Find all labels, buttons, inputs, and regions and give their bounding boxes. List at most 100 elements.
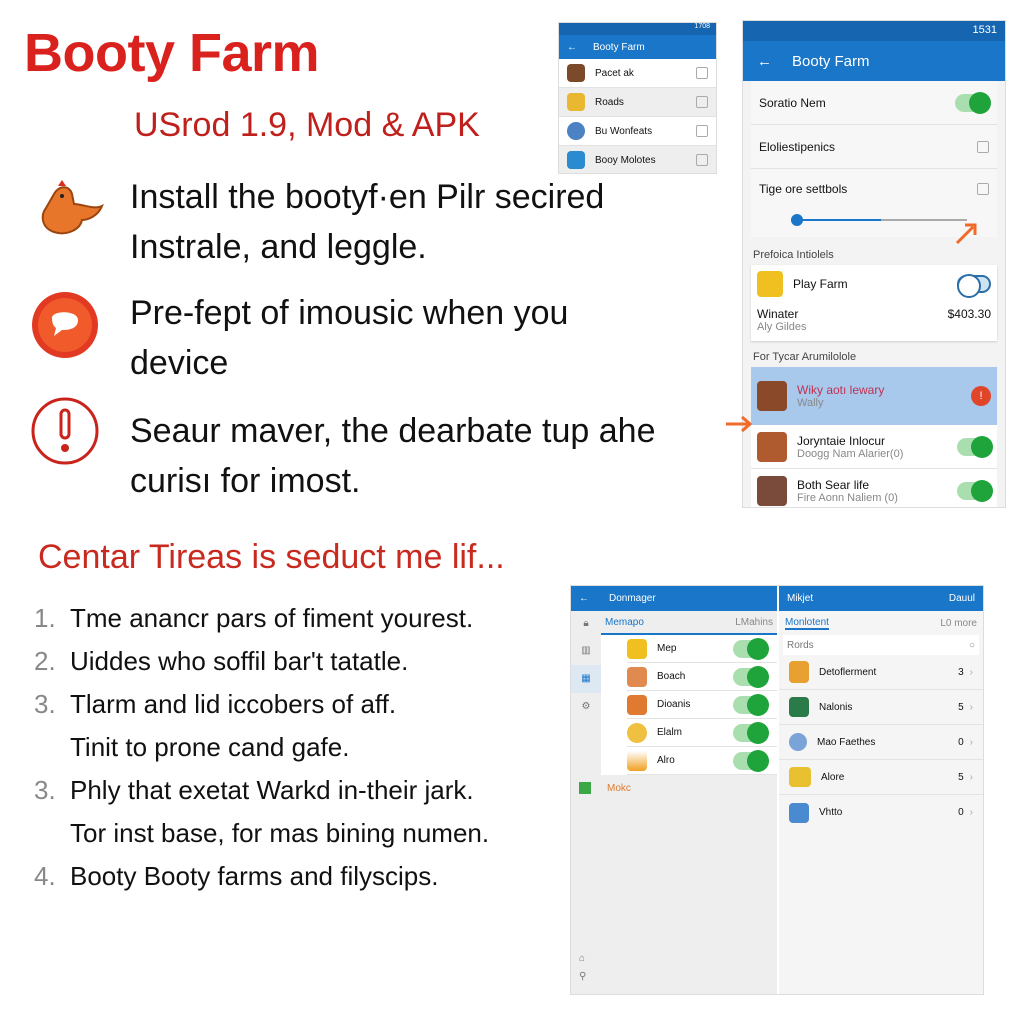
tab-more[interactable]: LMahins (735, 617, 773, 628)
toggle[interactable] (957, 274, 991, 298)
price-row: Winater Aly Gildes $403.30 (757, 307, 991, 333)
folder-icon (579, 782, 591, 794)
list-item[interactable]: Dioanis (627, 691, 777, 719)
status-bar: 1531 (743, 21, 1005, 41)
list-item: 2. Uiddes who soffil bar't tatatle. (34, 646, 409, 676)
back-icon[interactable]: ← (567, 42, 577, 53)
feature-text: Seaur maver, the dearbate tup ahe curisı… (130, 412, 656, 500)
app-icon (757, 271, 783, 297)
toggle[interactable] (733, 749, 769, 772)
chevron-right-icon: › (969, 701, 973, 713)
app-icon (567, 64, 585, 82)
exclamation-icon (31, 397, 99, 465)
app-icon (757, 475, 787, 506)
search-icon[interactable]: ○ (969, 640, 975, 651)
setting-row[interactable]: Tige ore settbols (751, 169, 997, 209)
app-title: Booty Farm (792, 52, 870, 70)
list-item: 3. Phly that exetat Warkd in-their jark. (34, 775, 474, 805)
phone-screen-settings: 1531 ← Booty Farm Soratio Nem Eloliestipe… (742, 20, 1006, 508)
setting-row[interactable]: Eloliestipenics (751, 125, 997, 169)
list-item[interactable]: Boach (627, 663, 777, 691)
app-bar: ← Donmager (571, 586, 777, 611)
checkbox[interactable] (696, 96, 708, 108)
list-item[interactable]: Both Sear life Fire Aonn Naliem (0) (751, 469, 997, 507)
app-bar: Mikjet Dauul (779, 586, 983, 611)
list-item[interactable]: Bu Wonfeats (559, 117, 716, 146)
section-heading: Centar Tireas is seduct me lif... (38, 538, 505, 576)
trash-icon[interactable]: ▥ (571, 637, 601, 665)
back-icon[interactable]: ← (757, 53, 772, 70)
list-item[interactable]: Mao Faethes 0 › (779, 725, 983, 760)
list-item-highlighted[interactable]: Wiky aotı lewary Wally! (751, 367, 997, 425)
list-item[interactable]: Joryntaie Inlocur Doogg Nam Alarier(0) (751, 425, 997, 469)
list-item[interactable]: Pacet ak (559, 59, 716, 88)
app-title: Booty Farm (593, 41, 645, 53)
slider-thumb[interactable] (791, 214, 803, 226)
back-icon[interactable]: ← (579, 593, 589, 604)
home-icon[interactable]: ⌂ ⚲ (579, 950, 586, 986)
app-icon (757, 381, 787, 411)
list-item: Tinit to prone cand gafe. (70, 732, 350, 762)
list-item[interactable]: Elalm (627, 719, 777, 747)
list-item[interactable]: Alore 5 › (779, 760, 983, 795)
checkbox[interactable] (696, 67, 708, 79)
list-item[interactable]: Mep (627, 635, 777, 663)
play-farm-row[interactable]: Play Farm (751, 265, 997, 303)
grid-icon[interactable]: ▦ (571, 665, 601, 693)
list-item: 3. Tlarm and lid iccobers of aff. (34, 689, 397, 719)
toggle[interactable] (957, 479, 993, 502)
list-item: 1. Tme anancr pars of fiment yourest. (34, 603, 474, 633)
feature-text: Pre-fept of imousic when you device (130, 294, 569, 382)
toggle[interactable] (733, 721, 769, 744)
shield-icon (567, 151, 585, 169)
checkbox[interactable] (977, 140, 989, 153)
app-icon (757, 431, 787, 462)
tab-more[interactable]: L0 more (940, 618, 977, 629)
search-input[interactable]: Rords ○ (783, 635, 979, 655)
toggle[interactable] (955, 91, 991, 114)
list-item[interactable]: Nalonis 5 › (779, 690, 983, 725)
feature-text: Install the bootyf·en Pilr secired Instr… (130, 178, 605, 266)
setting-row[interactable]: Soratio Nem (751, 81, 997, 125)
toggle[interactable] (957, 435, 993, 458)
app-title: Mikjet (787, 593, 814, 604)
list-item[interactable]: Booy Molotes (559, 146, 716, 173)
status-bar: 1708 (559, 23, 716, 35)
tab-active[interactable]: Memapo (605, 617, 644, 628)
toggle[interactable] (733, 665, 769, 688)
list-item[interactable]: Alro (627, 747, 777, 775)
chevron-right-icon: › (969, 771, 973, 783)
action-button[interactable]: Dauul (949, 593, 975, 604)
list-item[interactable]: Detoflerment 3 › (779, 655, 983, 690)
lock-icon[interactable]: 🔒︎ (571, 611, 601, 637)
list-item[interactable]: Roads (559, 88, 716, 117)
toggle[interactable] (733, 637, 769, 660)
chicken-icon (41, 180, 104, 235)
group-header: For Tycar Arumilolole (753, 351, 857, 363)
phone-screen-manager: ← Donmager 🔒︎ ▥ ▦ ⚙ Memapo LMahins Mep Boa… (570, 585, 984, 995)
checkbox[interactable] (696, 125, 708, 137)
page-subtitle: USrod 1.9, Mod & APK (134, 106, 480, 144)
page-title: Booty Farm (24, 23, 320, 83)
left-panel: ← Donmager 🔒︎ ▥ ▦ ⚙ Memapo LMahins Mep Boa… (571, 586, 777, 994)
checkbox[interactable] (977, 183, 989, 195)
arrow-pointer-icon (955, 223, 977, 245)
footer-item[interactable]: Mokc (579, 782, 631, 794)
checkbox[interactable] (696, 154, 708, 166)
phone-screen-small: 1708 ← Booty Farm Pacet ak Roads Bu Wonfe… (558, 22, 717, 174)
tab-bar: Memapo LMahins (601, 611, 777, 635)
app-bar: ← Booty Farm (743, 41, 1005, 81)
app-title: Donmager (609, 593, 656, 604)
app-bar: ← Booty Farm (559, 35, 716, 59)
alert-badge[interactable]: ! (971, 386, 991, 406)
app-icon (567, 93, 585, 111)
chevron-right-icon: › (969, 807, 973, 818)
bug-icon[interactable]: ⚙ (571, 693, 601, 721)
tab-bar: Monlotent L0 more (779, 611, 983, 635)
list-item[interactable]: Vhtto 0 › (779, 795, 983, 830)
toggle[interactable] (733, 693, 769, 716)
chat-bubble-icon (32, 292, 98, 358)
list-item: Tor inst base, for mas bining numen. (70, 818, 490, 848)
tab-active[interactable]: Monlotent (785, 617, 829, 630)
arrow-pointer-icon (726, 415, 753, 433)
